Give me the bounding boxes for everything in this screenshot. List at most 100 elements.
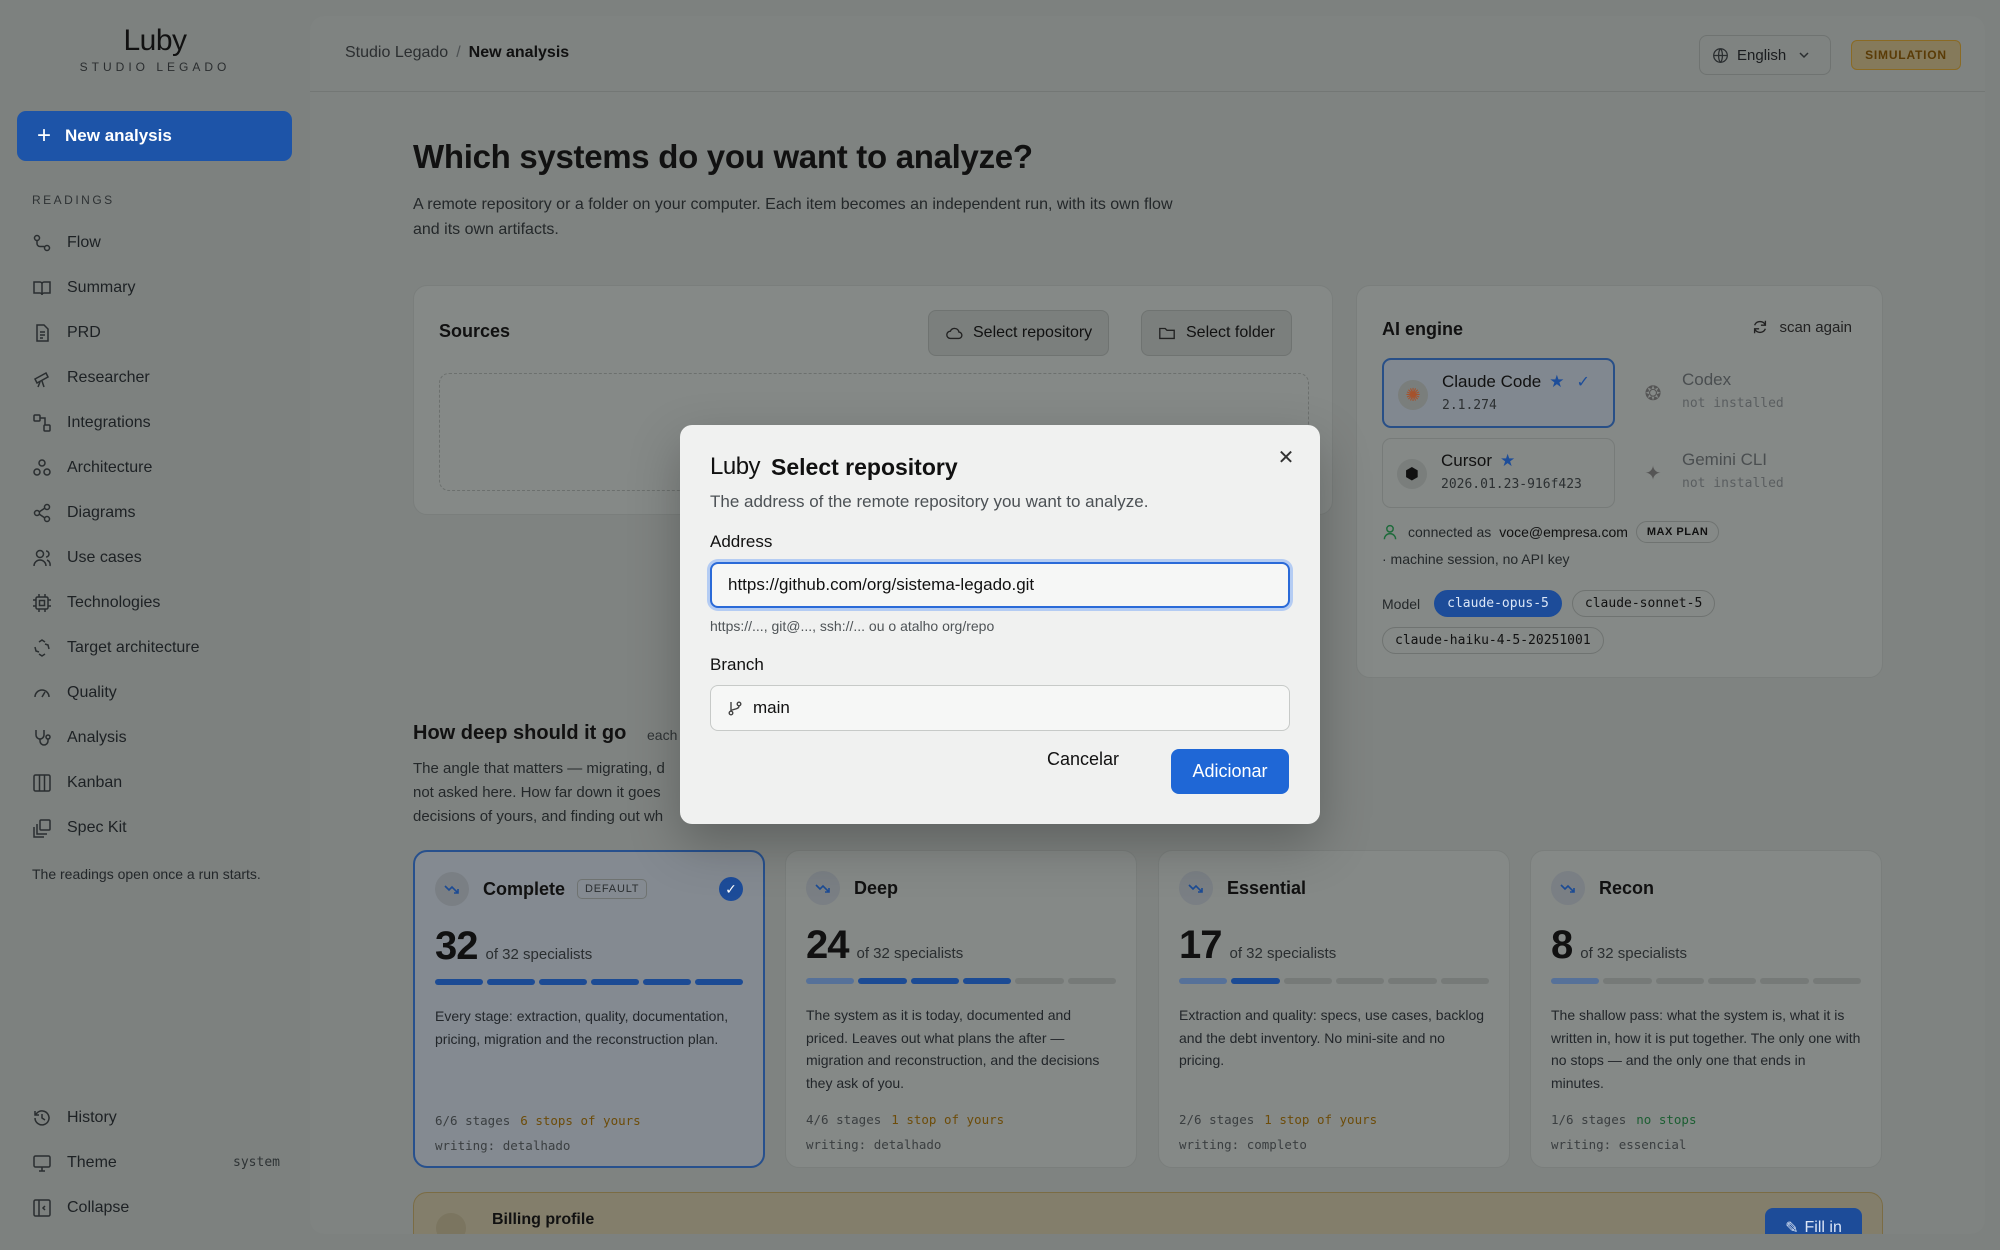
sidebar-item-summary[interactable]: Summary xyxy=(32,265,292,310)
tier-description: Every stage: extraction, quality, docume… xyxy=(435,1008,729,1047)
breadcrumb-current: New analysis xyxy=(468,44,570,61)
default-tag: DEFAULT xyxy=(577,879,648,899)
sidebar-item-spec-kit[interactable]: Spec Kit xyxy=(32,805,292,850)
tier-stops: 1 stop of yours xyxy=(891,1112,1005,1127)
cancel-button[interactable]: Cancelar xyxy=(1047,749,1119,770)
engine-version: not installed xyxy=(1682,396,1784,411)
sidebar-item-label: Integrations xyxy=(67,413,151,431)
sidebar-item-label: Kanban xyxy=(67,773,123,791)
warning-icon xyxy=(436,1213,466,1234)
trend-icon xyxy=(806,871,840,905)
book-icon xyxy=(33,280,51,295)
simulation-badge: SIMULATION xyxy=(1851,40,1961,70)
tier-complete[interactable]: Complete DEFAULT ✓ 32 of 32 specialists E… xyxy=(413,850,765,1168)
engine-name: Cursor xyxy=(1441,451,1493,470)
sidebar-item-prd[interactable]: PRD xyxy=(32,310,292,355)
sidebar-item-flow[interactable]: Flow xyxy=(32,220,292,265)
specialist-total: of 32 specialists xyxy=(1229,945,1337,962)
fill-in-button[interactable]: ✎ Fill in xyxy=(1765,1208,1862,1234)
modal-logo: Luby xyxy=(710,453,761,480)
logo: Luby STUDIO LEGADO xyxy=(30,24,280,74)
billing-profile-banner: Billing profile ✎ Fill in xyxy=(413,1192,1883,1234)
sidebar-item-target-architecture[interactable]: Target architecture xyxy=(32,625,292,670)
tier-name: Deep xyxy=(854,877,899,898)
branch-input[interactable]: main xyxy=(710,685,1290,731)
add-button[interactable]: Adicionar xyxy=(1171,749,1289,794)
model-chip-haiku[interactable]: claude-haiku-4-5-20251001 xyxy=(1382,627,1604,654)
depth-title: How deep should it go xyxy=(413,722,627,744)
tier-name: Complete xyxy=(483,878,566,899)
breadcrumb-root[interactable]: Studio Legado xyxy=(345,44,448,61)
address-input[interactable]: https://github.com/org/sistema-legado.gi… xyxy=(710,562,1290,608)
sidebar-item-integrations[interactable]: Integrations xyxy=(32,400,292,445)
sidebar-item-researcher[interactable]: Researcher xyxy=(32,355,292,400)
model-chip-sonnet[interactable]: claude-sonnet-5 xyxy=(1571,590,1716,617)
sidebar-item-quality[interactable]: Quality xyxy=(32,670,292,715)
model-chip-opus[interactable]: claude-opus-5 xyxy=(1434,590,1562,617)
sidebar-item-history[interactable]: History xyxy=(32,1095,280,1140)
new-analysis-button[interactable]: + New analysis xyxy=(17,111,292,161)
pencil-icon: ✎ xyxy=(1785,1220,1799,1234)
scan-again-label: scan again xyxy=(1779,318,1852,336)
tier-description: The system as it is today, documented an… xyxy=(806,1007,1100,1091)
sidebar-item-diagrams[interactable]: Diagrams xyxy=(32,490,292,535)
connection-status: connected as voce@empresa.com MAX PLAN xyxy=(1382,521,1720,543)
tier-deep[interactable]: Deep 24 of 32 specialists The system as i… xyxy=(785,850,1137,1168)
depth-note: each xyxy=(647,727,678,743)
select-folder-button[interactable]: Select folder xyxy=(1141,310,1292,356)
collapse-icon xyxy=(33,1198,51,1217)
branch-label: Branch xyxy=(710,655,764,674)
sidebar-item-kanban[interactable]: Kanban xyxy=(32,760,292,805)
select-repository-button[interactable]: Select repository xyxy=(928,310,1110,356)
tier-name: Essential xyxy=(1227,877,1307,898)
close-icon[interactable]: ✕ xyxy=(1274,445,1298,469)
engine-version: not installed xyxy=(1682,476,1784,491)
scan-again-button[interactable]: scan again xyxy=(1751,318,1852,336)
readings-note: The readings open once a run starts. xyxy=(32,866,261,882)
sidebar-item-collapse[interactable]: Collapse xyxy=(32,1185,280,1230)
engine-version: 2026.01.23-916f423 xyxy=(1441,477,1582,492)
select-repository-label: Select repository xyxy=(973,324,1093,341)
sidebar-item-label: Analysis xyxy=(67,728,127,746)
gemini-icon: ✦ xyxy=(1644,462,1662,485)
sidebar-item-use-cases[interactable]: Use cases xyxy=(32,535,292,580)
tier-essential[interactable]: Essential 17 of 32 specialists Extraction… xyxy=(1158,850,1510,1168)
history-label: History xyxy=(67,1108,117,1126)
specialist-count: 8 xyxy=(1551,923,1573,967)
sidebar-item-label: Technologies xyxy=(67,593,161,611)
language-select[interactable]: English xyxy=(1699,35,1831,75)
sidebar-item-analysis[interactable]: Analysis xyxy=(32,715,292,760)
theme-value: system xyxy=(233,1155,280,1170)
telescope-icon xyxy=(34,371,49,387)
tier-recon[interactable]: Recon 8 of 32 specialists The shallow pas… xyxy=(1530,850,1882,1168)
logo-subtitle: STUDIO LEGADO xyxy=(79,60,231,74)
connected-email: voce@empresa.com xyxy=(1499,524,1628,540)
sidebar-footer: History Theme system Collapse xyxy=(32,1095,280,1230)
recycle-icon xyxy=(34,638,50,657)
specialist-total: of 32 specialists xyxy=(485,946,593,963)
sidebar-item-theme[interactable]: Theme system xyxy=(32,1140,280,1185)
trend-icon xyxy=(1551,871,1585,905)
address-label: Address xyxy=(710,532,773,551)
breadcrumb: Studio Legado / New analysis xyxy=(345,44,569,62)
plan-badge: MAX PLAN xyxy=(1635,521,1720,543)
engine-claude-code[interactable]: ✺ Claude Code ★ ✓ 2.1.274 xyxy=(1382,358,1615,428)
tier-writing: writing: detalhado xyxy=(806,1137,942,1152)
engine-cursor[interactable]: ⬢ Cursor ★ 2026.01.23-916f423 xyxy=(1382,438,1615,508)
tier-writing: writing: essencial xyxy=(1551,1137,1687,1152)
stage-progress xyxy=(1551,978,1861,984)
sidebar-item-technologies[interactable]: Technologies xyxy=(32,580,292,625)
history-icon xyxy=(34,1109,50,1126)
tier-stages: 2/6 stages xyxy=(1179,1112,1255,1127)
monitor-icon xyxy=(33,1154,51,1172)
architecture-icon xyxy=(33,458,51,476)
user-icon xyxy=(1383,524,1397,540)
git-branch-icon xyxy=(728,701,742,716)
tier-stops: no stops xyxy=(1636,1112,1697,1127)
modal-subtitle: The address of the remote repository you… xyxy=(710,492,1149,511)
sidebar-item-architecture[interactable]: Architecture xyxy=(32,445,292,490)
flow-icon xyxy=(33,234,51,251)
users-icon xyxy=(33,549,51,566)
page-title: Which systems do you want to analyze? xyxy=(413,138,1033,175)
modal-title: Select repository xyxy=(771,454,958,480)
